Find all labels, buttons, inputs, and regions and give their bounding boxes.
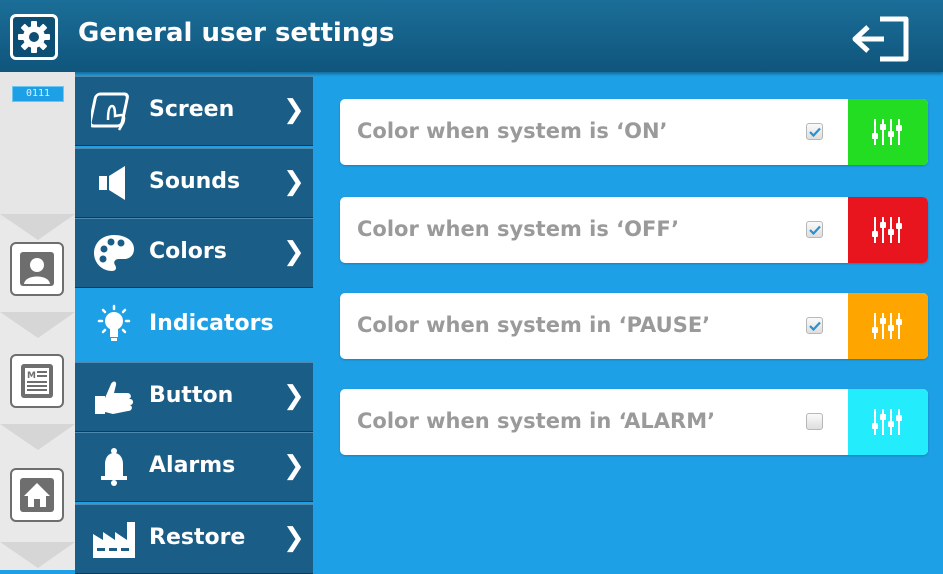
title-bar: General user settings — [0, 0, 943, 72]
rail-divider — [0, 424, 75, 450]
document-icon: M — [21, 364, 53, 398]
menu-item-label: Screen — [149, 97, 235, 122]
menu-item-screen[interactable]: Screen ❯ — [75, 76, 313, 146]
touch-screen-icon — [89, 89, 139, 133]
indicator-checkbox[interactable] — [806, 413, 823, 430]
user-profile-button[interactable] — [10, 242, 64, 296]
menu-item-label: Alarms — [149, 453, 236, 478]
menu-item-label: Indicators — [149, 311, 274, 336]
rail-divider — [0, 312, 75, 338]
menu-item-button[interactable]: Button ❯ — [75, 362, 313, 432]
palette-icon — [89, 231, 139, 275]
indicator-label: Color when system is ‘ON’ — [357, 119, 668, 143]
speaker-icon — [89, 161, 139, 205]
chevron-right-icon: ❯ — [283, 95, 305, 125]
chevron-right-icon: ❯ — [283, 523, 305, 553]
chevron-right-icon: ❯ — [283, 167, 305, 197]
color-picker-button[interactable] — [848, 99, 928, 165]
lightbulb-icon — [89, 303, 139, 347]
color-picker-button[interactable] — [848, 197, 928, 263]
indicator-checkbox[interactable] — [806, 221, 823, 238]
checkmark-icon — [808, 321, 821, 331]
chevron-right-icon: ❯ — [283, 237, 305, 267]
indicator-row-pause: Color when system in ‘PAUSE’ — [340, 293, 928, 359]
equalizer-icon — [872, 119, 902, 145]
equalizer-icon — [872, 409, 902, 435]
checkmark-icon — [808, 127, 821, 137]
factory-icon — [89, 517, 139, 561]
color-picker-button[interactable] — [848, 293, 928, 359]
menu-item-indicators[interactable]: Indicators — [75, 290, 313, 360]
menu-item-label: Restore — [149, 525, 246, 550]
menu-item-restore[interactable]: Restore ❯ — [75, 504, 313, 574]
settings-menu: Screen ❯ Sounds ❯ Colors ❯ Indicators Bu… — [75, 72, 313, 574]
home-icon — [20, 478, 54, 512]
color-picker-button[interactable] — [848, 389, 928, 455]
menu-item-label: Colors — [149, 239, 227, 264]
exit-button[interactable] — [846, 14, 916, 64]
menu-item-sounds[interactable]: Sounds ❯ — [75, 148, 313, 218]
user-icon — [20, 252, 54, 286]
indicator-row-off: Color when system is ‘OFF’ — [340, 197, 928, 263]
document-button[interactable]: M — [10, 354, 64, 408]
menu-item-alarms[interactable]: Alarms ❯ — [75, 432, 313, 502]
indicator-label: Color when system in ‘PAUSE’ — [357, 313, 711, 337]
indicator-label: Color when system is ‘OFF’ — [357, 217, 680, 241]
settings-gear-icon — [10, 14, 58, 60]
home-button[interactable] — [10, 468, 64, 522]
indicator-row-alarm: Color when system in ‘ALARM’ — [340, 389, 928, 455]
hand-press-icon — [89, 375, 139, 419]
chevron-right-icon: ❯ — [283, 381, 305, 411]
indicator-checkbox[interactable] — [806, 317, 823, 334]
exit-icon — [852, 16, 909, 62]
bell-icon — [89, 445, 139, 489]
menu-item-colors[interactable]: Colors ❯ — [75, 218, 313, 288]
menu-item-label: Sounds — [149, 169, 241, 194]
indicator-label: Color when system in ‘ALARM’ — [357, 409, 716, 433]
page-title: General user settings — [78, 18, 395, 48]
chevron-right-icon: ❯ — [283, 451, 305, 481]
checkmark-icon — [808, 225, 821, 235]
rail-divider — [0, 214, 75, 240]
rail-divider — [0, 542, 75, 568]
equalizer-icon — [872, 217, 902, 243]
menu-item-label: Button — [149, 383, 234, 408]
equalizer-icon — [872, 313, 902, 339]
id-badge: 0111 — [12, 86, 64, 102]
indicator-checkbox[interactable] — [806, 123, 823, 140]
indicator-row-on: Color when system is ‘ON’ — [340, 99, 928, 165]
svg-text:M: M — [27, 371, 36, 381]
